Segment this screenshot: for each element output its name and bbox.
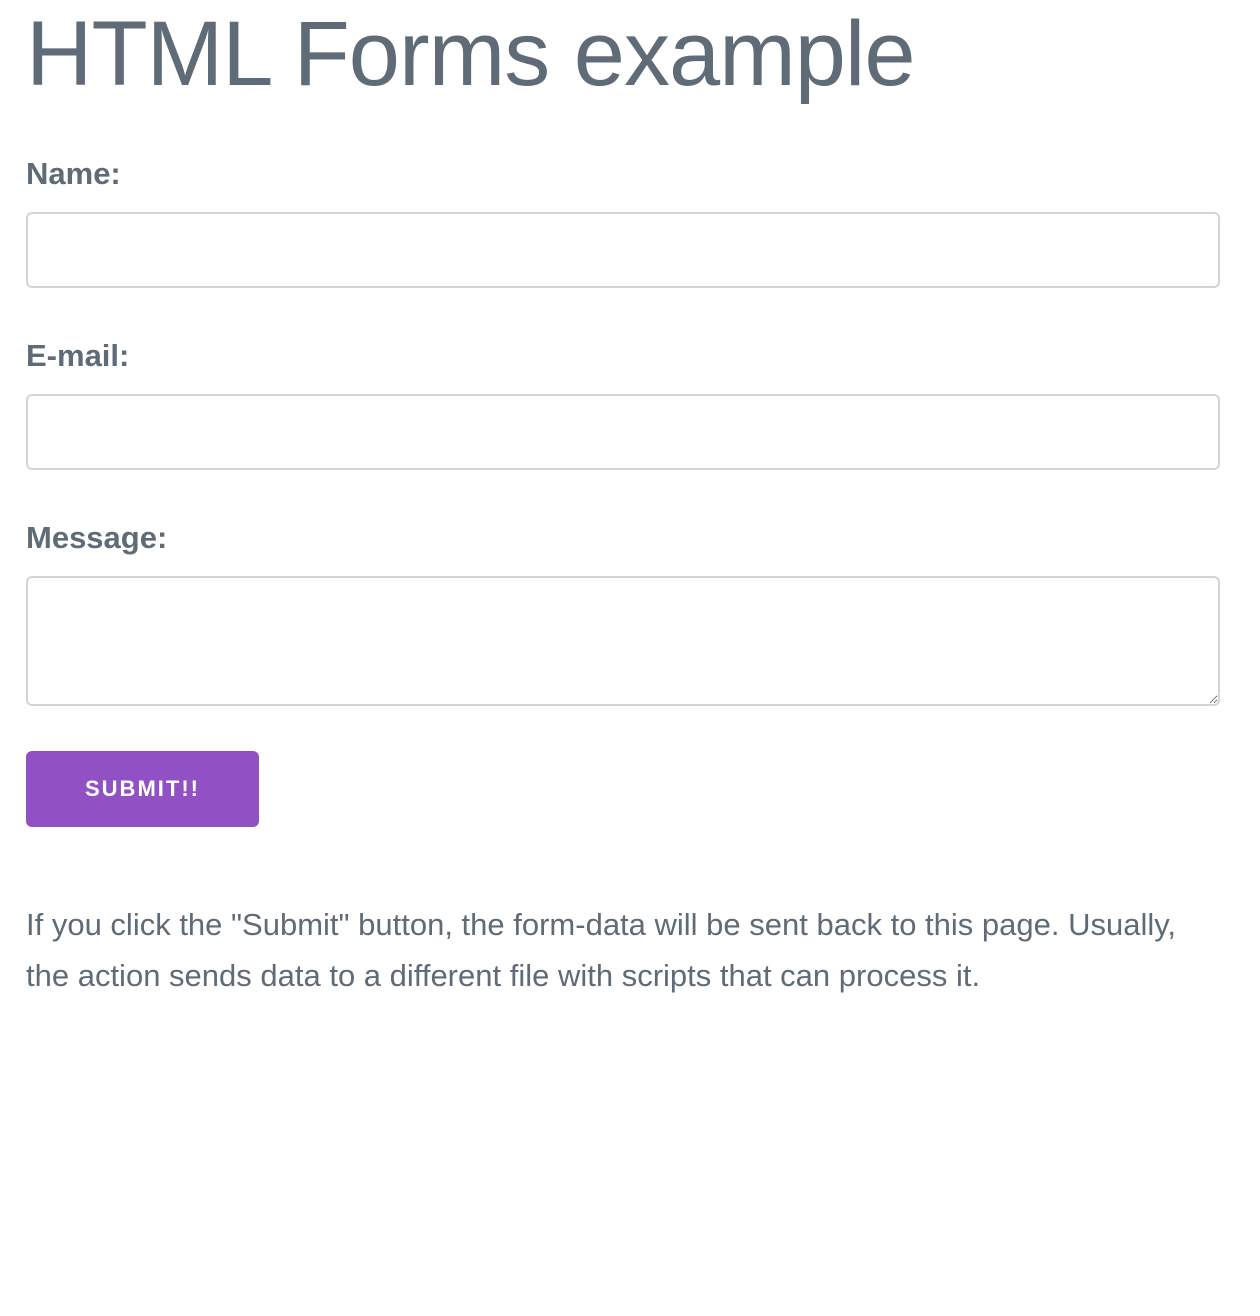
name-input[interactable] xyxy=(26,212,1220,288)
contact-form: Name: E-mail: Message: SUBMIT!! xyxy=(26,156,1220,827)
email-input[interactable] xyxy=(26,394,1220,470)
email-label: E-mail: xyxy=(26,338,130,373)
message-textarea[interactable] xyxy=(26,576,1220,706)
page-title: HTML Forms example xyxy=(26,3,916,105)
name-label: Name: xyxy=(26,156,121,191)
info-paragraph: If you click the "Submit" button, the fo… xyxy=(26,907,1177,993)
submit-button[interactable]: SUBMIT!! xyxy=(26,751,259,827)
page: HTML Forms example Name: E-mail: Message… xyxy=(0,0,1260,1316)
message-label: Message: xyxy=(26,520,168,555)
